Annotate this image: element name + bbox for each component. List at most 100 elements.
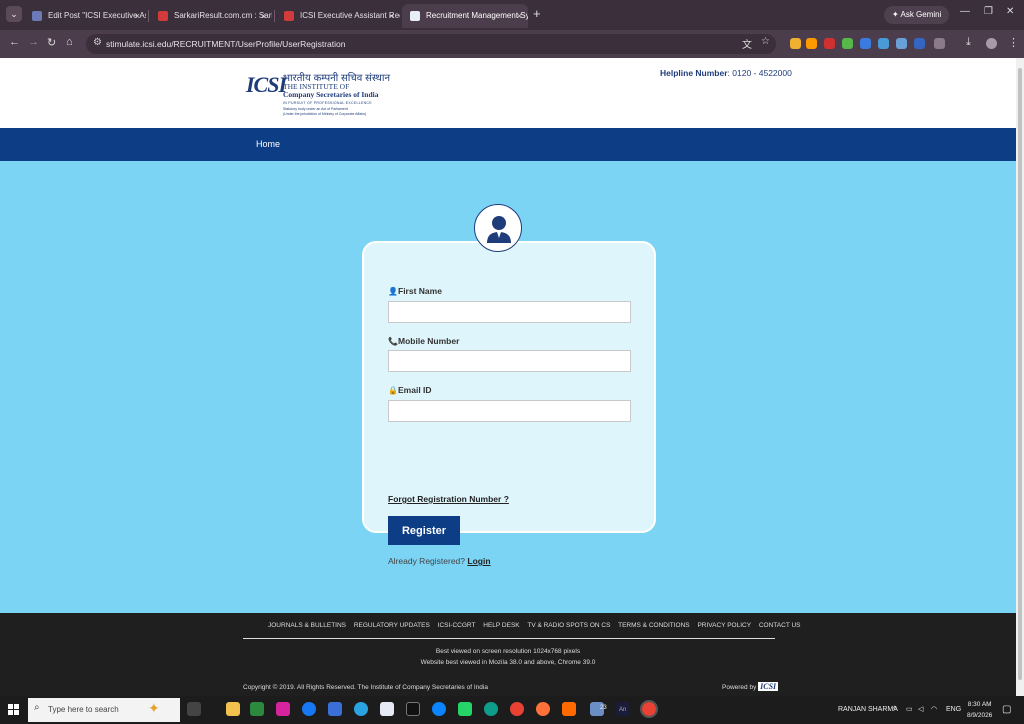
- forward-arrow-icon[interactable]: →: [28, 36, 39, 48]
- edge-icon[interactable]: [484, 702, 498, 716]
- tab-close-icon[interactable]: ×: [517, 4, 522, 28]
- tab-search-menu-icon[interactable]: ⌄: [6, 6, 22, 22]
- notification-icon[interactable]: ▢: [1002, 696, 1011, 724]
- mobile-number-label-text: Mobile Number: [398, 336, 460, 346]
- mobile-number-input[interactable]: [388, 350, 631, 372]
- facebook-icon[interactable]: [302, 702, 316, 716]
- reload-icon[interactable]: ↻: [47, 36, 56, 49]
- extensions-puzzle-icon[interactable]: [934, 38, 945, 49]
- task-view-icon[interactable]: [187, 702, 201, 716]
- instagram-icon[interactable]: [276, 702, 290, 716]
- footer-link-journals[interactable]: JOURNALS & BULLETINS: [268, 622, 346, 629]
- email-input[interactable]: [388, 400, 631, 422]
- ask-gemini-button[interactable]: ✦ Ask Gemini: [884, 6, 950, 24]
- powered-by-logo: ICSI: [758, 682, 779, 691]
- firefox-icon[interactable]: [536, 702, 550, 716]
- app-icon[interactable]: [562, 702, 576, 716]
- profile-avatar-icon[interactable]: [986, 38, 997, 49]
- scrollbar-thumb[interactable]: [1018, 68, 1022, 680]
- wifi-icon[interactable]: ◠: [931, 696, 937, 724]
- extension-icon[interactable]: [842, 38, 853, 49]
- extension-icon[interactable]: [896, 38, 907, 49]
- phone-icon: 📞: [388, 337, 398, 346]
- capcut-icon[interactable]: [406, 702, 420, 716]
- back-arrow-icon[interactable]: ←: [9, 36, 20, 48]
- tab-close-icon[interactable]: ×: [261, 4, 266, 28]
- register-button[interactable]: Register: [388, 516, 460, 545]
- extension-icon[interactable]: [790, 38, 801, 49]
- volume-icon[interactable]: ◁: [918, 696, 923, 724]
- footer-link-regulatory[interactable]: REGULATORY UPDATES: [354, 622, 430, 629]
- whatsapp-icon[interactable]: [458, 702, 472, 716]
- language-indicator[interactable]: ENG: [946, 696, 961, 724]
- email-label-text: Email ID: [398, 385, 432, 395]
- footer-copyright: Copyright © 2019. All Rights Reserved. T…: [243, 684, 488, 691]
- extension-icon[interactable]: [878, 38, 889, 49]
- file-explorer-icon[interactable]: [226, 702, 240, 716]
- minimize-icon[interactable]: —: [960, 6, 970, 17]
- powered-by-text: Powered by: [722, 684, 757, 691]
- battery-icon[interactable]: ▭: [906, 696, 913, 724]
- translate-icon[interactable]: 文: [742, 36, 752, 51]
- site-footer: JOURNALS & BULLETINS REGULATORY UPDATES …: [0, 613, 1016, 696]
- extension-icon[interactable]: [860, 38, 871, 49]
- page-scrollbar[interactable]: [1016, 58, 1024, 696]
- taskbar-search-box[interactable]: ⌕ Type here to search ✦: [28, 698, 180, 722]
- footer-link-ccgrt[interactable]: ICSI-CCGRT: [438, 622, 476, 629]
- amazon-extension-icon[interactable]: [806, 38, 817, 49]
- tab-recruitment-management[interactable]: Recruitment Management Syste ×: [402, 4, 528, 28]
- user-avatar-icon: [474, 204, 522, 252]
- tab-sarkari-result[interactable]: SarkariResult.com.cm : Sarkari R ×: [150, 4, 272, 28]
- windows-start-icon[interactable]: [8, 704, 20, 716]
- first-name-input[interactable]: [388, 301, 631, 323]
- telegram-icon[interactable]: [354, 702, 368, 716]
- ask-gemini-label: Ask Gemini: [900, 10, 942, 19]
- footer-link-contact[interactable]: CONTACT US: [759, 622, 801, 629]
- bookmark-star-icon[interactable]: ☆: [761, 36, 770, 47]
- app-icon[interactable]: [432, 702, 446, 716]
- animate-app-label: An: [619, 707, 627, 713]
- email-label: 🔒Email ID: [388, 385, 432, 395]
- clock-date: 8/9/2026: [967, 712, 993, 719]
- first-name-label: 👤First Name: [388, 286, 442, 296]
- footer-link-helpdesk[interactable]: HELP DESK: [483, 622, 519, 629]
- forgot-registration-link[interactable]: Forgot Registration Number ?: [388, 494, 509, 504]
- logo-tagline: IN PURSUIT OF PROFESSIONAL EXCELLENCE: [283, 101, 372, 105]
- extension-icon[interactable]: [914, 38, 925, 49]
- calculator-icon[interactable]: [250, 702, 264, 716]
- lock-icon: 🔒: [388, 386, 398, 395]
- chrome-active-icon[interactable]: [640, 700, 658, 718]
- taskbar-user-name[interactable]: RANJAN SHARMA: [838, 696, 898, 724]
- taskbar-clock[interactable]: 8:30 AM 8/9/2026: [967, 699, 992, 721]
- tab-edit-post[interactable]: Edit Post "ICSI Executive Assista ×: [24, 4, 146, 28]
- tab-close-icon[interactable]: ×: [389, 4, 394, 28]
- new-tab-button[interactable]: +: [533, 6, 541, 22]
- chrome-icon[interactable]: [510, 702, 524, 716]
- tray-chevron-icon[interactable]: ^: [893, 696, 896, 724]
- home-icon[interactable]: ⌂: [66, 36, 73, 48]
- icsi-logo[interactable]: ICSI भारतीय कम्पनी सचिव संस्थान THE INST…: [246, 70, 396, 118]
- footer-link-terms[interactable]: TERMS & CONDITIONS: [618, 622, 690, 629]
- browser-menu-icon[interactable]: ⋮: [1008, 36, 1019, 49]
- tab-icsi-recruitment[interactable]: ICSI Executive Assistant Recruitm ×: [276, 4, 400, 28]
- icsi-app-icon[interactable]: [380, 702, 394, 716]
- tab-close-icon[interactable]: ×: [135, 4, 140, 28]
- footer-link-tv-radio[interactable]: TV & RADIO SPOTS ON CS: [527, 622, 610, 629]
- extension-icon[interactable]: [824, 38, 835, 49]
- restore-icon[interactable]: ❐: [984, 6, 993, 17]
- nav-home-link[interactable]: Home: [256, 128, 280, 161]
- close-window-icon[interactable]: ✕: [1006, 6, 1014, 17]
- tab-separator: [274, 10, 275, 22]
- url-text[interactable]: stimulate.icsi.edu/RECRUITMENT/UserProfi…: [106, 34, 345, 54]
- download-icon[interactable]: ⤓: [966, 36, 971, 49]
- app-icon[interactable]: [328, 702, 342, 716]
- footer-link-privacy[interactable]: PRIVACY POLICY: [697, 622, 751, 629]
- copilot-sparkle-icon[interactable]: ✦: [148, 700, 160, 717]
- logo-statutory-text: Statutory body under an Act of Parliamen…: [283, 107, 348, 111]
- site-info-icon[interactable]: ⚙: [93, 37, 102, 48]
- powered-by: Powered by ICSI: [722, 682, 779, 691]
- login-link[interactable]: Login: [467, 556, 490, 566]
- address-bar[interactable]: ⚙ stimulate.icsi.edu/RECRUITMENT/UserPro…: [86, 34, 776, 54]
- already-registered-text: Already Registered?: [388, 556, 466, 566]
- registration-card: 👤First Name 📞Mobile Number 🔒Email ID For…: [362, 241, 656, 566]
